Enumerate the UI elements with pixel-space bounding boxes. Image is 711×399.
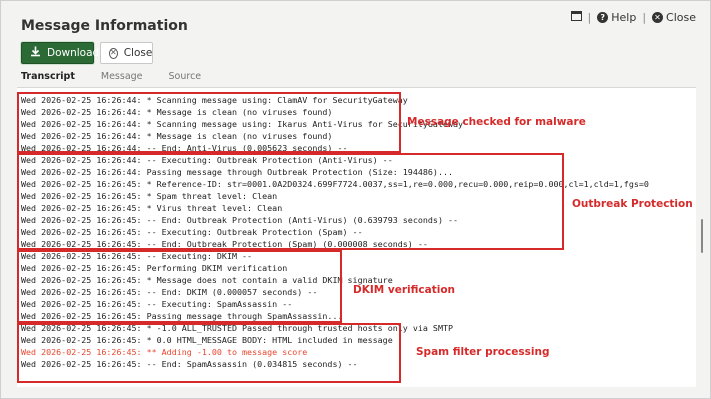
download-label: Download [47, 47, 100, 59]
scrollbar-thumb[interactable] [701, 219, 703, 253]
scrollbar[interactable] [698, 87, 708, 387]
annotation-box-dkim [17, 250, 342, 323]
help-link[interactable]: ? Help [597, 11, 636, 24]
help-label: Help [611, 11, 637, 24]
header-close-label: Close [666, 11, 696, 24]
header-close-link[interactable]: ✕ Close [652, 11, 696, 24]
tab-source[interactable]: Source [169, 71, 202, 87]
close-icon: ✕ [109, 47, 118, 59]
download-icon [30, 46, 41, 60]
annotation-label-spam: Spam filter processing [416, 346, 550, 358]
annotation-box-spam [17, 323, 401, 383]
annotation-box-malware [17, 92, 401, 153]
tab-bar: Transcript Message Source [21, 71, 227, 89]
annotation-label-dkim: DKIM verification [353, 284, 456, 296]
message-information-dialog: Message Information | ? Help | ✕ Close D… [0, 0, 711, 399]
help-icon: ? [597, 12, 609, 23]
close-button[interactable]: ✕ Close [100, 42, 153, 64]
header-actions: | ? Help | ✕ Close [570, 11, 696, 24]
close-circle-icon: ✕ [652, 12, 664, 23]
download-button[interactable]: Download [21, 42, 99, 64]
dialog-title: Message Information [21, 18, 188, 34]
close-label: Close [123, 47, 153, 59]
tab-message[interactable]: Message [101, 71, 143, 87]
tab-transcript[interactable]: Transcript [21, 71, 79, 89]
separator: | [587, 11, 592, 24]
annotation-box-outbreak [17, 153, 564, 250]
annotation-label-outbreak: Outbreak Protection [572, 198, 693, 210]
separator: | [642, 11, 647, 24]
annotation-label-malware: Message checked for malware [407, 116, 586, 128]
window-icon[interactable] [570, 11, 582, 24]
